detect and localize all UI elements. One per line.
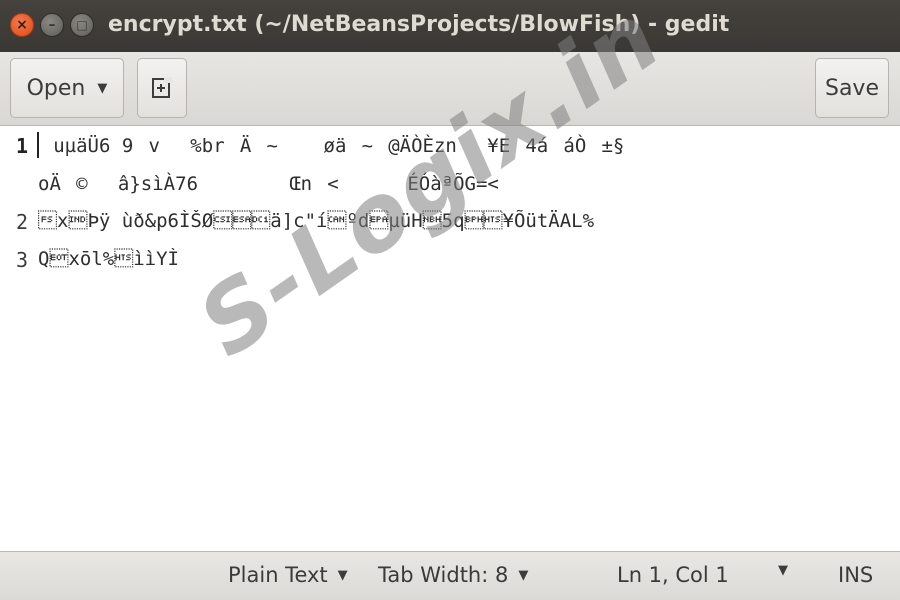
minimize-window-button[interactable]: – — [40, 13, 64, 37]
status-bar: Plain Text ▼ Tab Width: 8 ▼ Ln 1, Col 1 … — [0, 551, 900, 600]
maximize-window-button[interactable]: □ — [70, 13, 94, 37]
save-button-label: Save — [824, 75, 879, 101]
tab-width-label: Tab Width: 8 — [378, 563, 509, 587]
chevron-down-icon: ▼ — [337, 567, 348, 583]
text-editor-area[interactable]: 1 2 3 uµäÜ6 9v%brÄ~øä~@ÄÒÈzn… — [0, 126, 900, 551]
text-line[interactable]: Qxōl%ììYÌ — [38, 248, 862, 270]
open-button-label: Open — [26, 75, 86, 101]
language-label: Plain Text — [228, 563, 328, 587]
chevron-down-icon: ▼ — [518, 567, 529, 583]
language-selector[interactable]: Plain Text ▼ — [228, 563, 348, 587]
cursor-position-label: Ln 1, Col 1 — [617, 563, 729, 587]
open-button[interactable]: Open ▼ — [10, 58, 124, 118]
window-controls: × – □ — [10, 13, 94, 37]
window-title: encrypt.txt (~/NetBeansProjects/BlowFish… — [108, 12, 730, 37]
text-line[interactable]: uµäÜ6 9v%brÄ~øä~@ÄÒÈzn¥E4á… — [38, 134, 862, 159]
minimize-icon: – — [48, 17, 56, 33]
close-icon: × — [16, 17, 28, 33]
maximize-icon: □ — [76, 18, 88, 32]
chevron-down-icon: ▼ — [778, 563, 788, 578]
title-bar: × – □ encrypt.txt (~/NetBeansProjects/Bl… — [0, 0, 900, 52]
toolbar: Open ▼ Save — [0, 52, 900, 126]
insert-mode-label: INS — [838, 563, 874, 587]
line-number-3: 3 — [16, 248, 29, 272]
save-button[interactable]: Save — [815, 58, 889, 118]
text-line[interactable]: o Ä©â}sìÀ76Œn< ÉÓàªÕG=< — [38, 172, 862, 197]
position-menu-button[interactable]: ▼ — [778, 563, 788, 578]
line-number-2: 2 — [16, 210, 29, 234]
insert-mode-indicator[interactable]: INS — [838, 563, 873, 587]
text-line[interactable]: xÞÿ ùð&p6ÌŠØä]c"íºdµüH5q¥ÕütÄAL… — [38, 210, 862, 232]
line-number-1: 1 — [16, 134, 29, 158]
close-window-button[interactable]: × — [10, 13, 34, 37]
tab-width-selector[interactable]: Tab Width: 8 ▼ — [378, 563, 528, 587]
cursor-position: Ln 1, Col 1 — [617, 563, 729, 587]
new-document-icon — [152, 77, 172, 98]
chevron-down-icon: ▼ — [97, 80, 108, 96]
new-tab-button[interactable] — [137, 58, 187, 118]
